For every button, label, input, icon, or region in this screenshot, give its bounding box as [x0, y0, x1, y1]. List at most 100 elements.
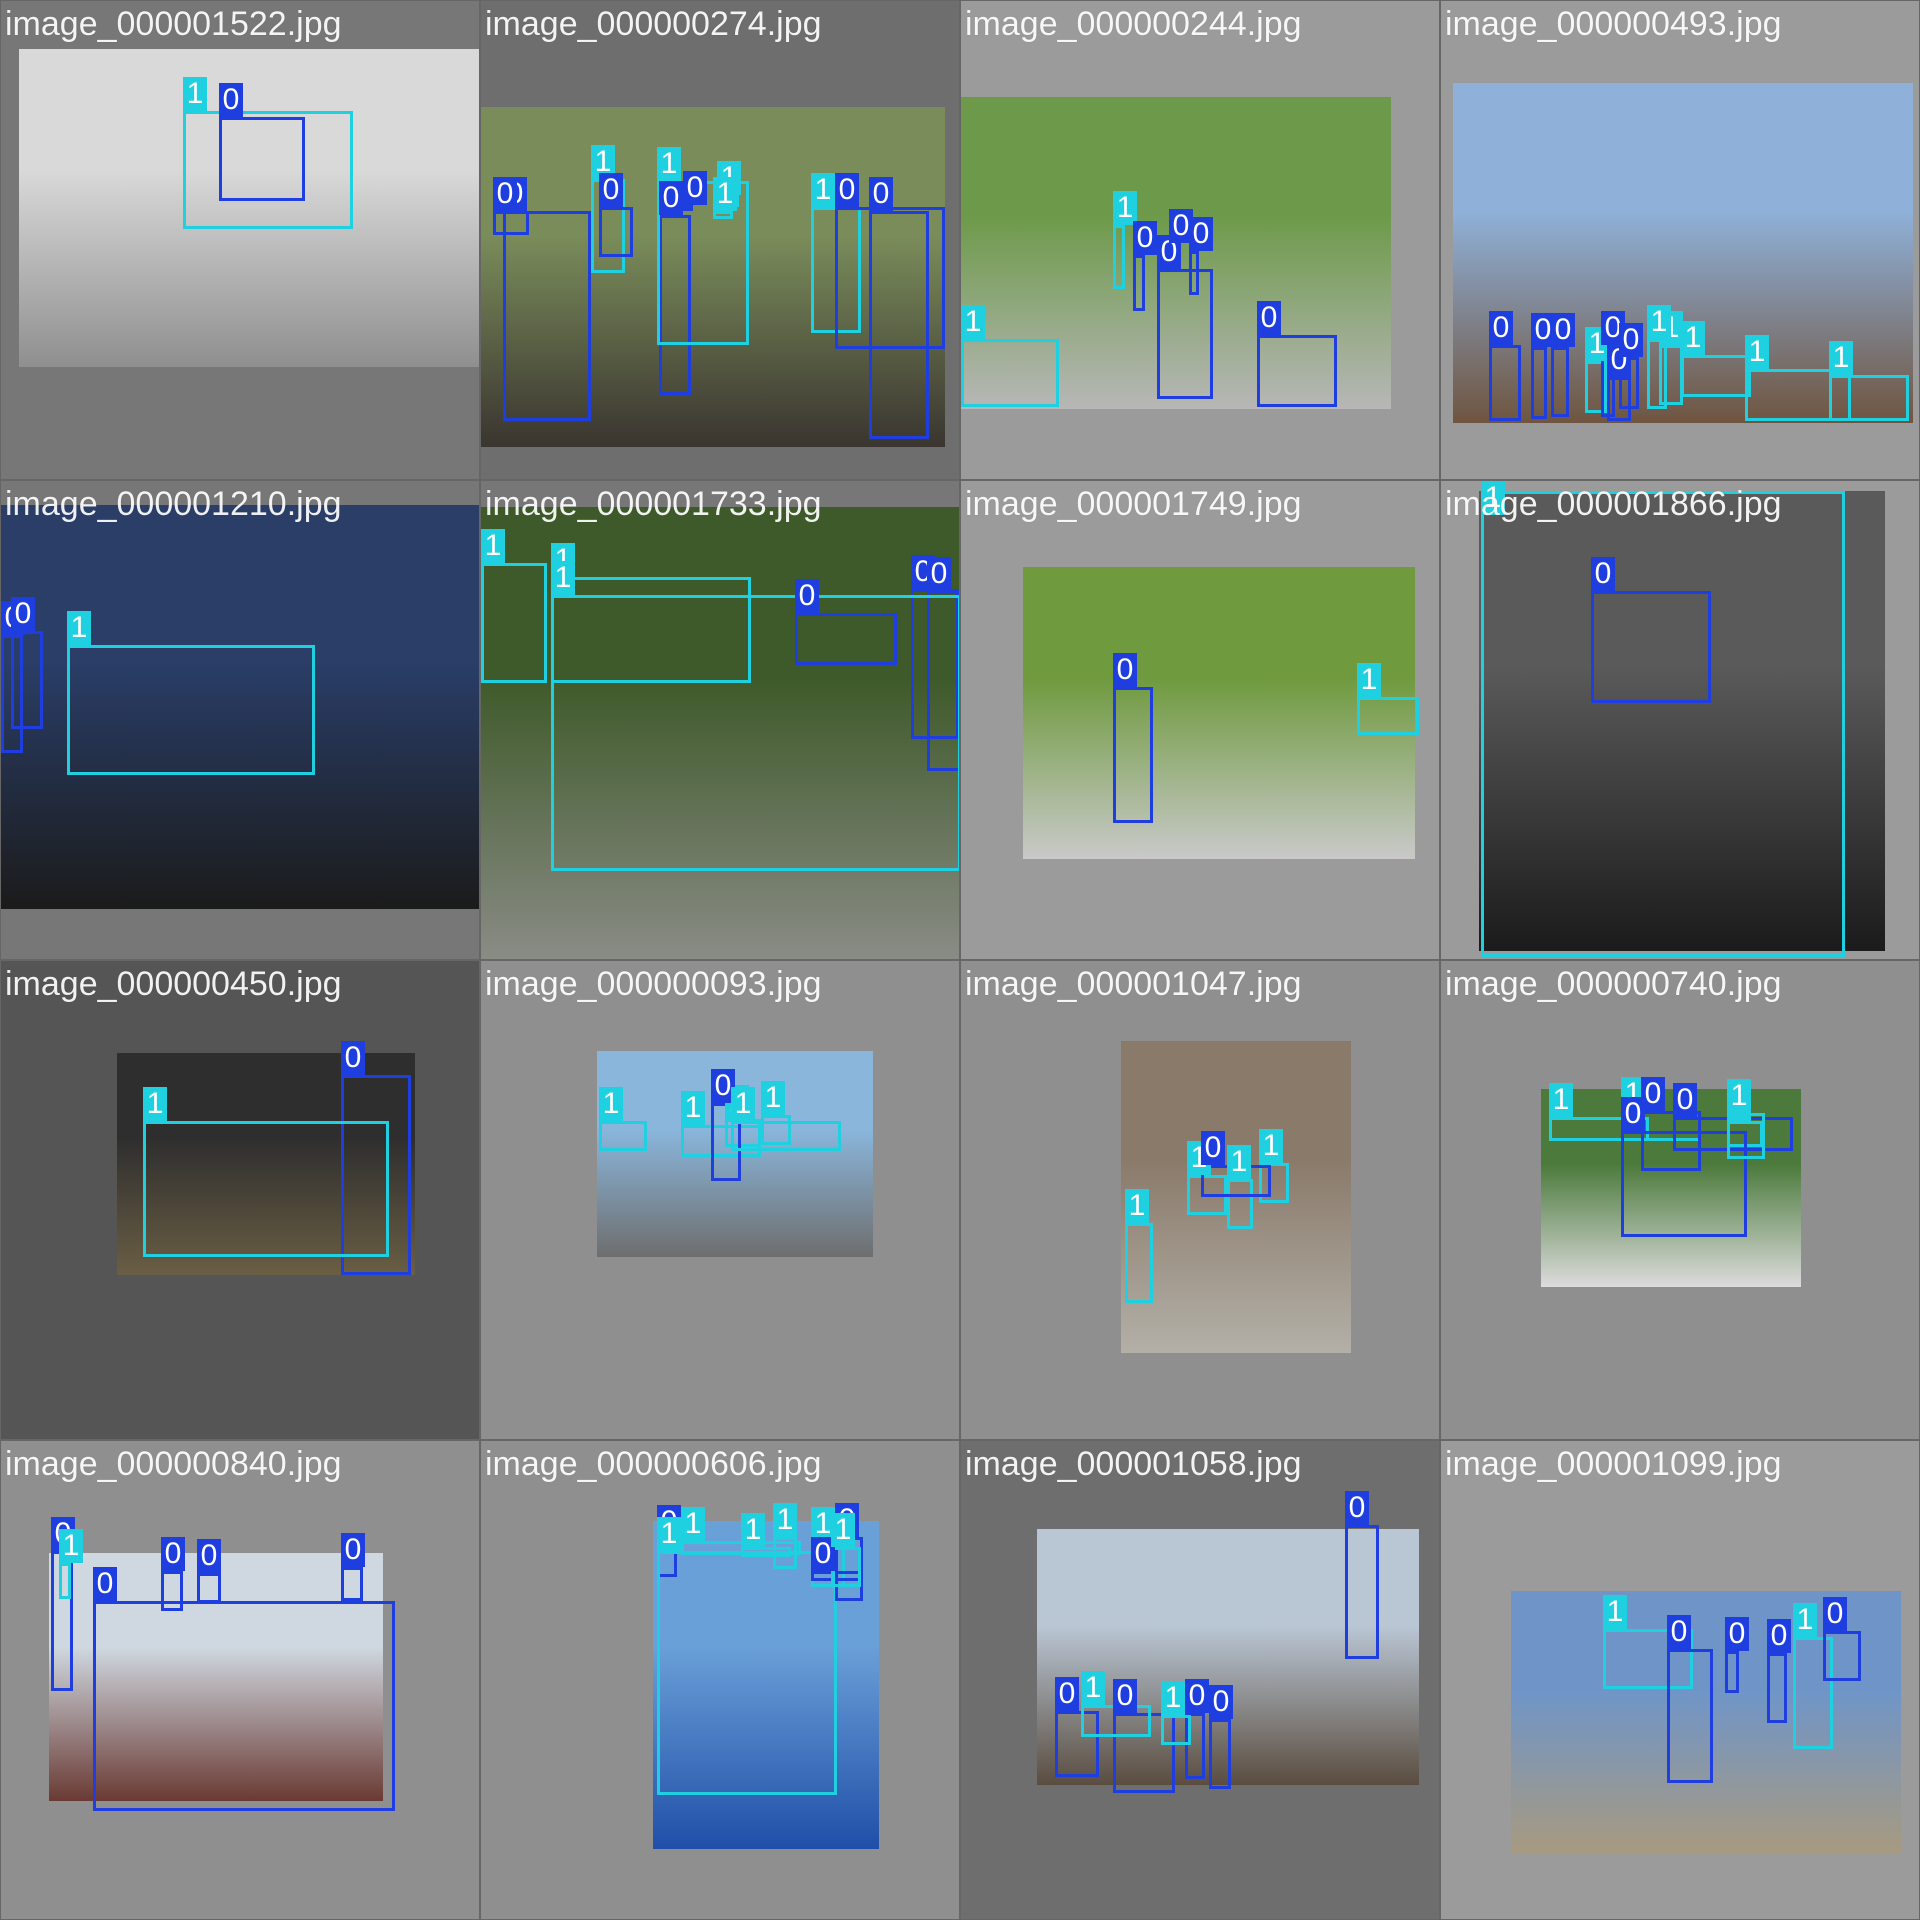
class-label: 1 — [481, 529, 505, 563]
class-label: 0 — [11, 597, 35, 631]
class-label: 0 — [835, 173, 859, 207]
class-label: 0 — [1345, 1491, 1369, 1525]
bounding-box — [713, 211, 733, 219]
mosaic-tile: image_000001749.jpg 0 1 — [960, 480, 1440, 960]
class-label: 1 — [657, 1517, 681, 1551]
class-label: 0 — [493, 177, 517, 211]
tile-filename: image_000001058.jpg — [965, 1445, 1302, 1483]
class-label: 0 — [1621, 1097, 1645, 1131]
mosaic-tile: image_000000093.jpg111011 — [480, 960, 960, 1440]
bounding-box — [1667, 1649, 1713, 1783]
mosaic-tile: image_000000450.jpg 0 1 — [0, 960, 480, 1440]
class-label: 1 — [831, 1513, 855, 1547]
bounding-box — [761, 1115, 791, 1145]
bounding-box — [197, 1573, 221, 1603]
tile-filename: image_000000493.jpg — [1445, 5, 1782, 43]
bounding-box — [831, 1547, 861, 1587]
class-label: 0 — [1113, 653, 1137, 687]
class-label: 1 — [713, 177, 737, 211]
bounding-box — [1481, 491, 1845, 957]
bounding-box — [1113, 225, 1125, 289]
tile-filename: image_000001099.jpg — [1445, 1445, 1782, 1483]
class-label: 1 — [1829, 341, 1853, 375]
class-label: 0 — [1591, 557, 1615, 591]
bounding-box — [341, 1567, 363, 1601]
class-label: 1 — [1793, 1603, 1817, 1637]
class-label: 0 — [659, 181, 683, 215]
class-label: 0 — [1185, 1679, 1209, 1713]
bounding-box — [11, 631, 43, 729]
mosaic-tile: image_000001047.jpg 1 1 1 1 0 — [960, 960, 1440, 1440]
class-label: 0 — [1209, 1685, 1233, 1719]
bounding-box — [1531, 347, 1547, 419]
bounding-box — [657, 1551, 837, 1795]
bounding-box — [1647, 339, 1667, 409]
class-label: 0 — [869, 177, 893, 211]
bounding-box — [1681, 355, 1751, 397]
bounding-box — [1357, 697, 1419, 735]
bounding-box — [1157, 269, 1213, 399]
class-label: 0 — [1767, 1619, 1791, 1653]
bounding-box — [683, 205, 693, 211]
tile-filename: image_000001866.jpg — [1445, 485, 1782, 523]
class-label: 0 — [1113, 1679, 1137, 1713]
class-label: 0 — [1673, 1083, 1697, 1117]
mosaic-tile: image_000001058.jpg 0 0 0 0 0 1 1 — [960, 1440, 1440, 1920]
class-label: 1 — [811, 173, 835, 207]
class-label: 1 — [551, 561, 575, 595]
bounding-box — [1257, 335, 1337, 407]
bounding-box — [1209, 1719, 1231, 1789]
class-label: 1 — [731, 1087, 755, 1121]
class-label: 1 — [1681, 321, 1705, 355]
bounding-box — [1125, 1223, 1153, 1303]
class-label: 0 — [341, 1533, 365, 1567]
bounding-box — [93, 1601, 395, 1811]
bounding-box — [143, 1121, 389, 1257]
mosaic-tile: image_000001866.jpg 1 0 — [1440, 480, 1920, 960]
mosaic-tile: image_000001210.jpg001 — [0, 480, 480, 960]
bounding-box — [1345, 1525, 1379, 1659]
tile-filename: image_000000740.jpg — [1445, 965, 1782, 1003]
class-label: 0 — [1257, 301, 1281, 335]
bounding-box — [503, 211, 591, 421]
class-label: 0 — [1551, 313, 1575, 347]
class-label: 1 — [59, 1529, 83, 1563]
tile-filename: image_000000840.jpg — [5, 1445, 342, 1483]
class-label: 1 — [1161, 1681, 1185, 1715]
bounding-box — [1189, 251, 1199, 295]
bounding-box — [599, 207, 633, 257]
class-label: 0 — [1823, 1597, 1847, 1631]
class-label: 1 — [681, 1507, 705, 1541]
class-label: 1 — [1125, 1189, 1149, 1223]
bounding-box — [1489, 345, 1521, 421]
class-label: 0 — [1667, 1615, 1691, 1649]
class-label: 1 — [1113, 191, 1137, 225]
class-label: 0 — [795, 579, 819, 613]
mosaic-tile: image_000000740.jpg1100101 — [1440, 960, 1920, 1440]
tile-filename: image_000001733.jpg — [485, 485, 822, 523]
bounding-box — [1823, 1631, 1861, 1681]
tile-filename: image_000001749.jpg — [965, 485, 1302, 523]
class-label: 0 — [1055, 1677, 1079, 1711]
class-label: 1 — [761, 1081, 785, 1115]
bounding-box — [219, 117, 305, 201]
class-label: 0 — [1489, 311, 1513, 345]
mosaic-tile: image_000000493.jpg 0 0 0 1 0 0 0 1 1 1 1 1 — [1440, 0, 1920, 480]
class-label: 0 — [1201, 1131, 1225, 1165]
bounding-box — [1551, 347, 1569, 417]
bounding-box — [1767, 1653, 1787, 1723]
mosaic-grid: image_000001522.jpg 1 0 image_000000274.jpg… — [0, 0, 1920, 1920]
bounding-box — [835, 207, 945, 349]
bounding-box — [1829, 375, 1909, 421]
tile-filename: image_000001047.jpg — [965, 965, 1302, 1003]
tile-filename: image_000000450.jpg — [5, 965, 342, 1003]
class-label: 0 — [1133, 221, 1157, 255]
class-label: 1 — [961, 305, 985, 339]
mosaic-tile: image_000001099.jpg 1 0 0 0 1 0 — [1440, 1440, 1920, 1920]
class-label: 1 — [1603, 1595, 1627, 1629]
bounding-box — [161, 1571, 183, 1611]
class-label: 0 — [161, 1537, 185, 1571]
bounding-box — [961, 339, 1059, 407]
class-label: 1 — [657, 147, 681, 181]
class-label: 1 — [741, 1513, 765, 1547]
